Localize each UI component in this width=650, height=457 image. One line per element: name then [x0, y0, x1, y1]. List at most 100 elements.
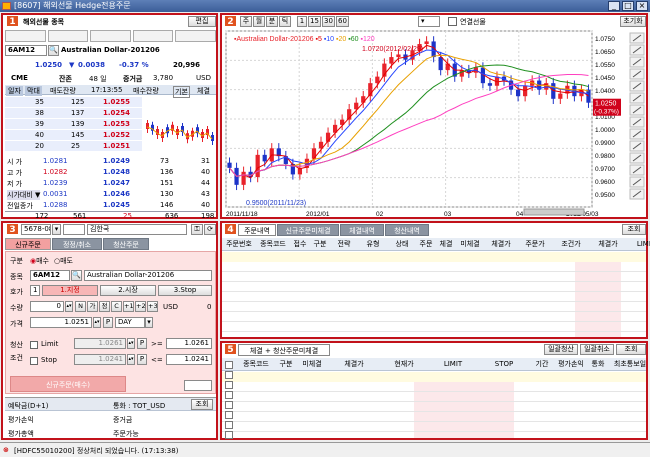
search-icon[interactable]: 🔍 — [48, 45, 59, 56]
row-checkbox[interactable] — [225, 411, 233, 419]
ask-row[interactable]: 35 125 1.0255 — [5, 97, 142, 107]
period-select[interactable]: ▾ — [418, 16, 440, 27]
tab-order-history[interactable]: 주문내역 — [238, 224, 276, 236]
tab-bar[interactable]: 막대 — [25, 86, 42, 96]
stop-p-button[interactable]: P — [137, 354, 147, 365]
row-checkbox[interactable] — [225, 371, 233, 379]
fav-slot[interactable] — [175, 30, 216, 42]
fav-slot[interactable] — [47, 30, 89, 42]
fav-slot[interactable] — [132, 30, 174, 42]
edit-button[interactable]: 편집 — [188, 16, 216, 27]
fav-slot[interactable] — [5, 30, 46, 42]
orders-query-button[interactable]: 조회 — [622, 224, 646, 235]
stop-stepper[interactable]: ▴▾ — [127, 354, 135, 365]
period-4-button[interactable]: 1 — [297, 16, 307, 27]
order-count-field — [184, 380, 212, 391]
limit-type-button[interactable]: 1.지정 — [42, 285, 98, 296]
limit-checkbox[interactable] — [30, 341, 38, 349]
qty-shortcut-0-button[interactable]: N — [75, 301, 86, 312]
balance-query-button[interactable]: 조회 — [191, 399, 213, 410]
period-7-button[interactable]: 60 — [336, 16, 349, 27]
refresh-icon[interactable]: ⟳ — [204, 224, 216, 235]
lock-icon[interactable]: ⚿ — [191, 224, 203, 235]
tab-liquidations[interactable]: 청산내역 — [385, 224, 429, 236]
qty-stepper[interactable]: ▴▾ — [65, 301, 73, 312]
basic-button[interactable]: 기본 — [173, 86, 190, 98]
side-buy-radio[interactable]: ◉매수 — [30, 256, 49, 266]
qty-shortcut-4-button[interactable]: +1 — [123, 301, 134, 312]
stop-type-button[interactable]: 3.Stop — [158, 285, 212, 296]
limit-price-input[interactable]: 1.0261 — [74, 338, 126, 349]
link-checkbox[interactable] — [448, 17, 457, 26]
last-price: 1.0250 — [35, 61, 63, 69]
order-type-index[interactable]: 1 — [30, 285, 40, 296]
password-input[interactable] — [63, 224, 85, 235]
price-p-button[interactable]: P — [103, 317, 113, 328]
positions-query-button[interactable]: 조회 — [616, 344, 646, 355]
fav-slot[interactable] — [90, 30, 131, 42]
reset-button[interactable]: 초기화 — [620, 16, 646, 27]
minimize-button[interactable]: _ — [608, 1, 620, 11]
limit-p-button[interactable]: P — [137, 338, 147, 349]
close-button[interactable]: × — [636, 1, 648, 11]
period-1-button[interactable]: 월 — [253, 16, 265, 27]
submit-order-button[interactable]: 신규주문(매수) — [10, 376, 126, 392]
bid-row[interactable]: 1.0249 73 31 — [5, 156, 216, 166]
row-checkbox[interactable] — [225, 381, 233, 389]
ask-row[interactable]: 20 25 1.0251 — [5, 141, 142, 151]
tab-unfilled[interactable]: 신규주문미체결 — [277, 224, 339, 236]
stop-checkbox[interactable] — [30, 357, 38, 365]
liquidate-all-button[interactable]: 일괄청산 — [544, 344, 578, 355]
period-5-button[interactable]: 15 — [308, 16, 321, 27]
limit-stepper[interactable]: ▴▾ — [127, 338, 135, 349]
account-select[interactable]: 5678-08 — [21, 224, 51, 235]
bid-row[interactable]: 1.0248 136 40 — [5, 167, 216, 177]
position-row[interactable] — [222, 372, 646, 382]
side-sell-radio[interactable]: ○매도 — [54, 256, 73, 266]
orders-row[interactable] — [222, 252, 646, 262]
chevron-down-icon[interactable]: ▾ — [145, 317, 153, 328]
row-checkbox[interactable] — [225, 361, 233, 369]
price-input[interactable]: 1.0251 — [30, 317, 92, 328]
row-checkbox[interactable] — [225, 431, 233, 439]
code-input[interactable]: 6AM12 — [5, 45, 47, 56]
price-stepper[interactable]: ▴▾ — [93, 317, 101, 328]
bid-row[interactable]: 1.0247 151 44 — [5, 178, 216, 188]
ask-row[interactable]: 39 139 1.0253 — [5, 119, 142, 129]
price-chart[interactable]: ▪Australian Dollar-201206 ▪5 ▪10 ▪20 ▪60… — [224, 29, 648, 219]
chevron-down-icon[interactable]: ▾ — [52, 224, 61, 235]
period-2-button[interactable]: 분 — [266, 16, 278, 27]
qty-shortcut-3-button[interactable]: C — [111, 301, 122, 312]
ask-row[interactable]: 38 137 1.0254 — [5, 108, 142, 118]
tab-liquidation[interactable]: 청산주문 — [103, 238, 149, 250]
chart-scrollbar[interactable] — [523, 208, 585, 216]
panel5-col-7: 기간 — [535, 360, 549, 368]
qty-shortcut-6-button[interactable]: +3 — [147, 301, 158, 312]
tab-daily[interactable]: 일자 — [6, 86, 23, 96]
bid-row[interactable]: 1.0245 146 40 — [5, 200, 216, 210]
row-checkbox[interactable] — [225, 401, 233, 409]
row-checkbox[interactable] — [225, 421, 233, 429]
ask-row[interactable]: 40 145 1.0252 — [5, 130, 142, 140]
stop-price-input[interactable]: 1.0241 — [74, 354, 126, 365]
period-6-button[interactable]: 30 — [322, 16, 335, 27]
candle — [438, 57, 443, 71]
search-icon[interactable]: 🔍 — [71, 270, 82, 281]
order-code-input[interactable]: 6AM12 — [30, 270, 70, 281]
tab-new-order[interactable]: 신규주문 — [5, 238, 51, 250]
row-checkbox[interactable] — [225, 391, 233, 399]
maximize-button[interactable]: □ — [622, 1, 634, 11]
period-3-button[interactable]: 틱 — [279, 16, 291, 27]
tab-fills[interactable]: 체결내역 — [340, 224, 384, 236]
cancel-all-button[interactable]: 일괄취소 — [580, 344, 614, 355]
validity-select[interactable]: DAY — [115, 317, 145, 328]
qty-shortcut-1-button[interactable]: 가 — [87, 301, 98, 312]
qty-shortcut-2-button[interactable]: 정 — [99, 301, 110, 312]
tab-modify-cancel[interactable]: 정정/취소 — [52, 238, 102, 250]
tab-positions[interactable]: 체결 + 청산주문미체결 — [238, 344, 330, 356]
status-bar: ⊗ [HDFC55010200] 정상처리 되었습니다. (17:13:38) — [0, 442, 650, 457]
qty-input[interactable]: 0 — [30, 301, 64, 312]
period-0-button[interactable]: 주 — [240, 16, 252, 27]
qty-shortcut-5-button[interactable]: +2 — [135, 301, 146, 312]
market-type-button[interactable]: 2.시장 — [100, 285, 156, 296]
